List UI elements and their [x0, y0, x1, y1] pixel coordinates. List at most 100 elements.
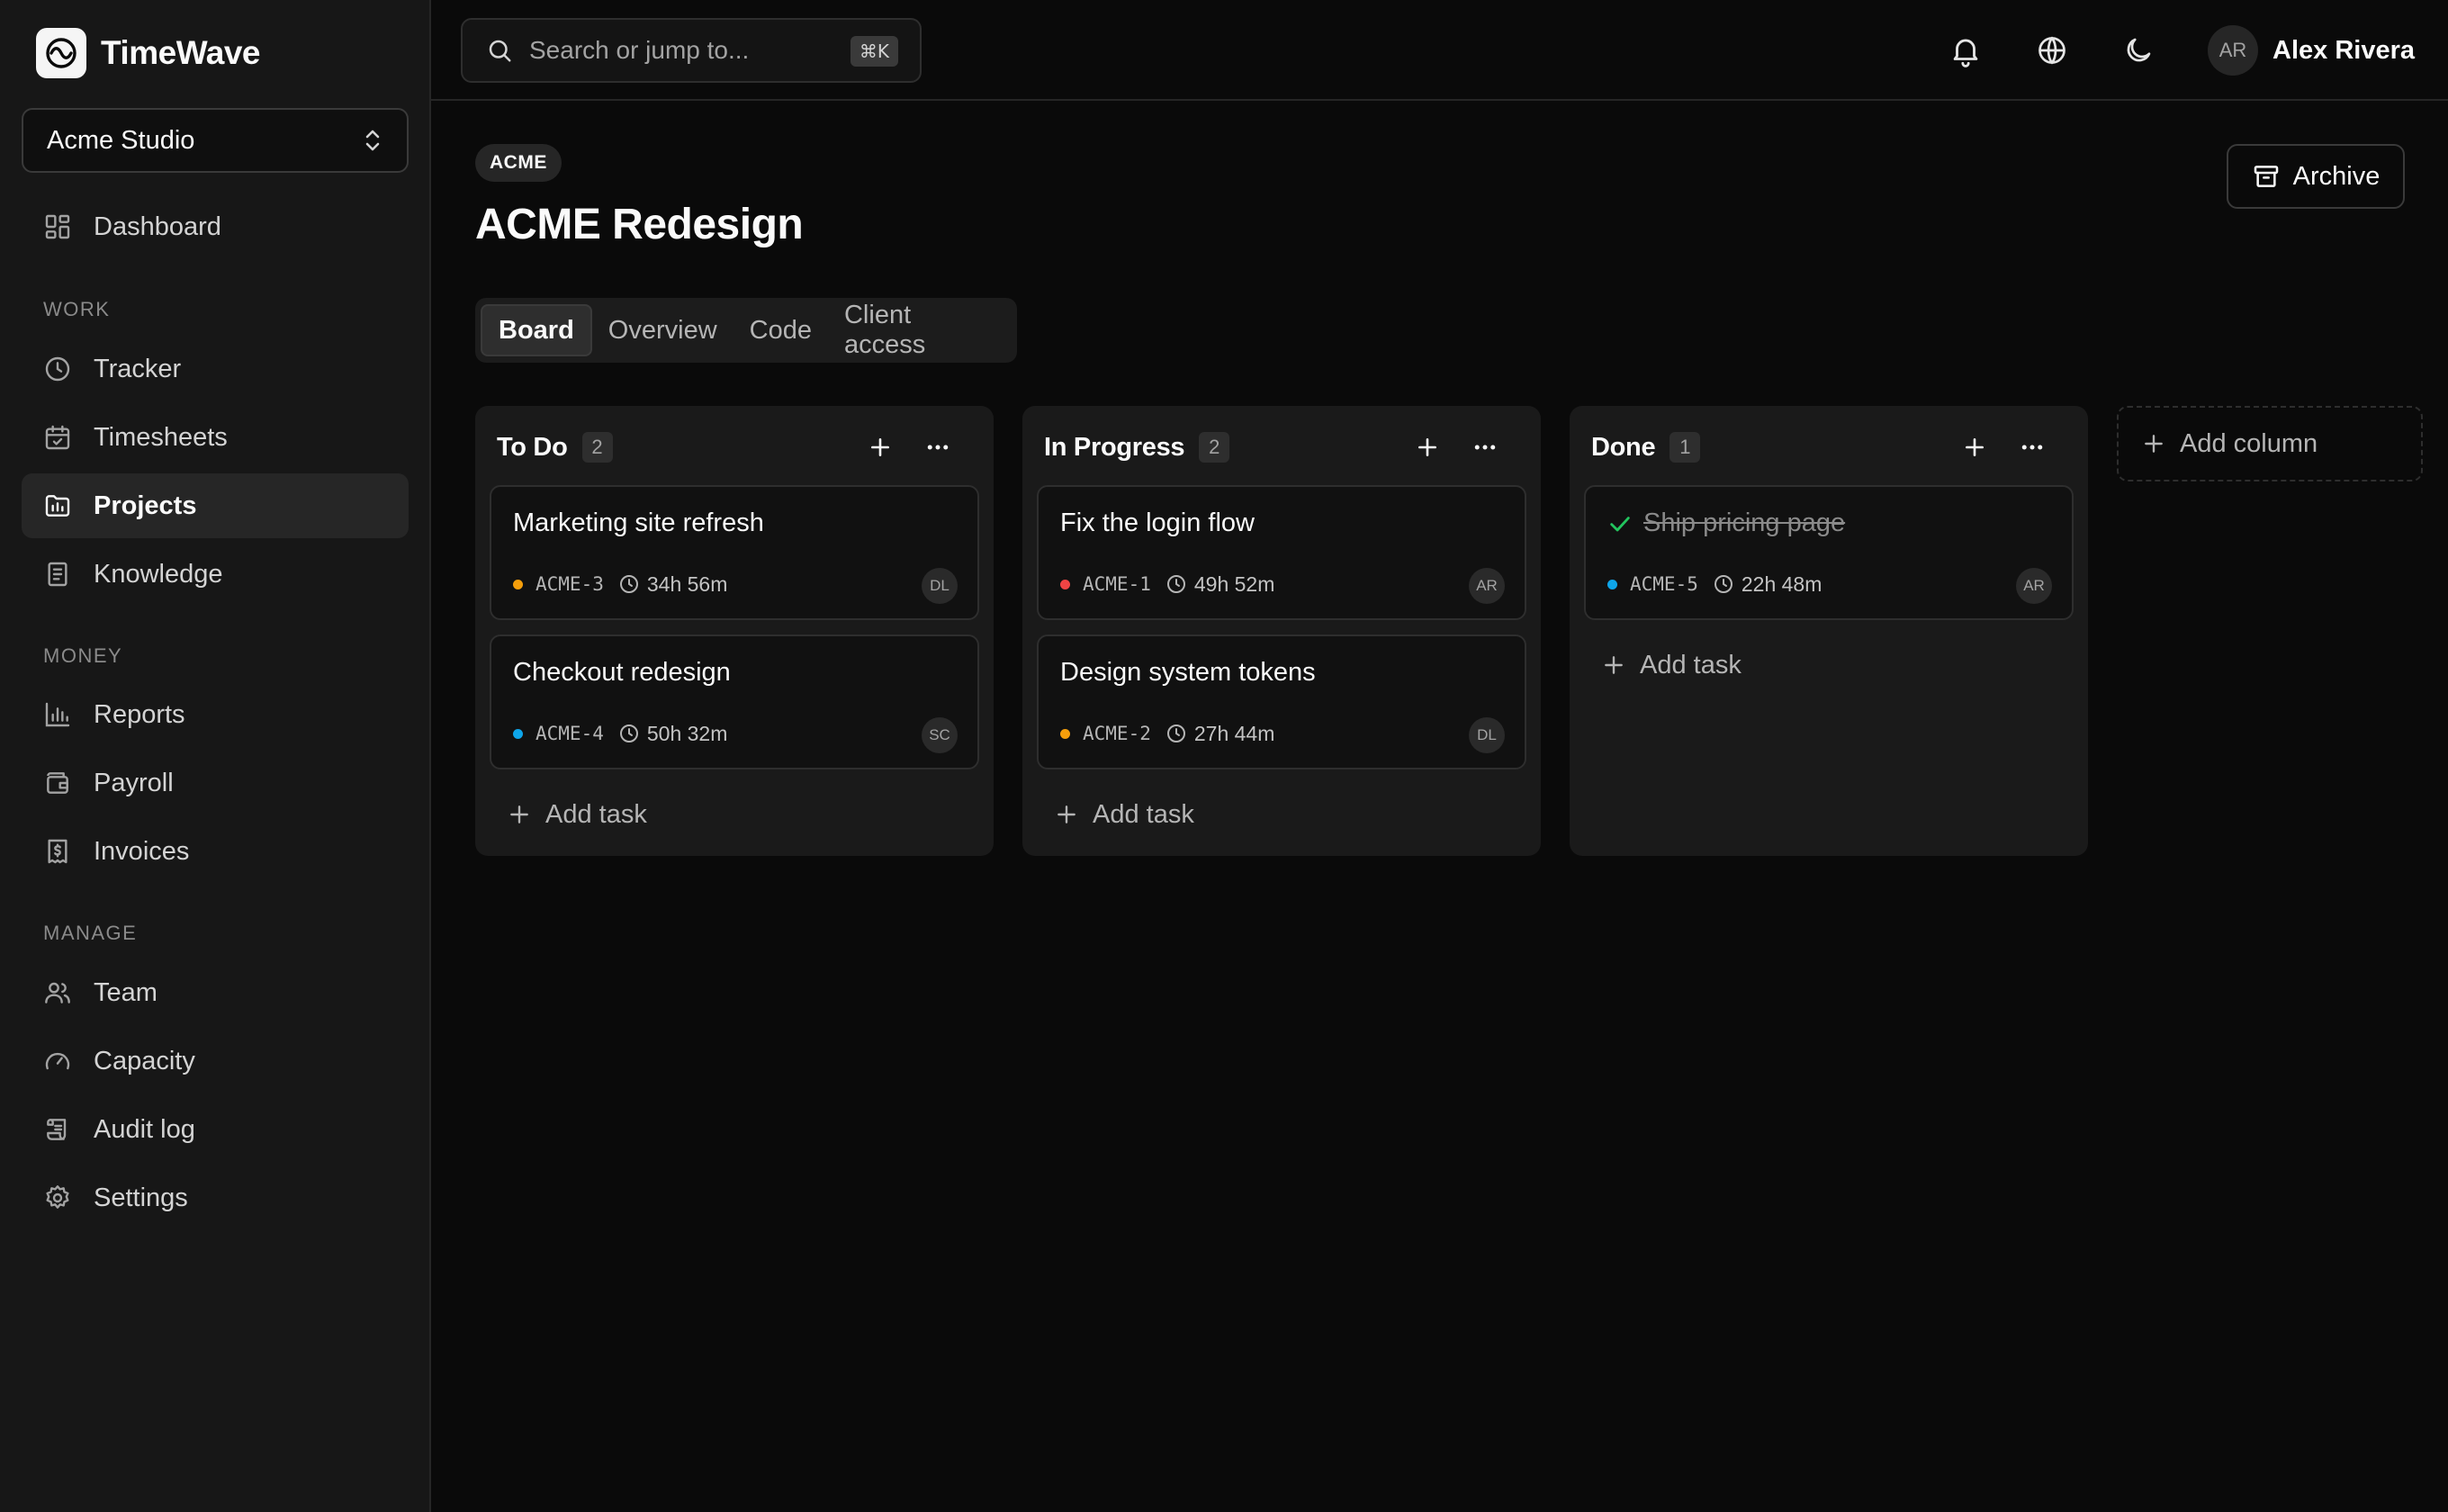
- sidebar-item-audit-log[interactable]: Audit log: [22, 1097, 409, 1162]
- sidebar-item-capacity[interactable]: Capacity: [22, 1029, 409, 1094]
- sidebar-item-dashboard[interactable]: Dashboard: [22, 194, 409, 259]
- column-header: To Do 2: [497, 426, 979, 469]
- sidebar-item-team[interactable]: Team: [22, 960, 409, 1025]
- tab-overview[interactable]: Overview: [592, 304, 734, 356]
- brand[interactable]: TimeWave: [36, 28, 260, 78]
- task-meta: ACME-1 49h 52m: [1060, 570, 1274, 598]
- sidebar-item-tracker[interactable]: Tracker: [22, 337, 409, 401]
- sidebar-item-label: Capacity: [94, 1046, 195, 1076]
- add-column-button[interactable]: Add column: [2117, 406, 2423, 482]
- moon-icon: [2127, 38, 2151, 62]
- check-icon: [1610, 516, 1630, 531]
- org-name: Acme Studio: [47, 125, 195, 155]
- user-name: Alex Rivera: [2272, 35, 2415, 65]
- tab-client-access[interactable]: Client access: [828, 301, 1012, 359]
- column-menu-button[interactable]: [922, 431, 954, 464]
- task-card[interactable]: Design system tokens ACME-2 27h 44m DL: [1037, 634, 1526, 770]
- task-key: ACME-3: [536, 573, 604, 595]
- gauge-icon: [45, 1052, 70, 1070]
- add-task-label: Add task: [1640, 650, 1742, 680]
- task-title: Fix the login flow: [1060, 508, 1255, 537]
- task-card[interactable]: Marketing site refresh ACME-3 34h 56m DL: [490, 485, 979, 620]
- bar-chart-icon: [45, 702, 70, 727]
- priority-dot: [513, 579, 523, 590]
- sidebar-item-label: Knowledge: [94, 559, 223, 589]
- search-input[interactable]: Search or jump to... ⌘K: [461, 18, 922, 83]
- sidebar-item-label: Projects: [94, 490, 197, 520]
- plus-icon: [1418, 438, 1436, 456]
- more-horizontal-icon: [927, 445, 949, 450]
- column-menu-button[interactable]: [1469, 431, 1501, 464]
- sidebar-item-label: Payroll: [94, 768, 174, 797]
- add-card-button[interactable]: [864, 431, 896, 464]
- task-time: 49h 52m: [1193, 572, 1275, 596]
- sidebar: TimeWave Acme Studio Dashboard Work Trac…: [0, 0, 431, 1512]
- plus-icon: [510, 806, 528, 824]
- task-key: ACME-4: [536, 723, 604, 744]
- column-title: Done: [1591, 432, 1656, 462]
- add-task-button[interactable]: Add task: [1602, 645, 1742, 685]
- column-title: In Progress: [1044, 432, 1185, 462]
- app-name: TimeWave: [101, 34, 260, 71]
- chevrons-up-down-icon: [365, 130, 380, 151]
- task-key: ACME-1: [1083, 573, 1151, 595]
- assignee-avatar: AR: [2016, 568, 2052, 604]
- sidebar-item-payroll[interactable]: Payroll: [22, 751, 409, 815]
- task-meta: ACME-5 22h 48m: [1607, 570, 1822, 598]
- sidebar-item-label: Timesheets: [94, 422, 228, 452]
- add-card-button[interactable]: [1411, 431, 1444, 464]
- board-column-done: Done 1 Ship pricing page ACME-5 22h 48m …: [1570, 406, 2088, 856]
- gear-icon: [46, 1185, 69, 1209]
- plus-icon: [1966, 438, 1984, 456]
- sidebar-item-reports[interactable]: Reports: [22, 682, 409, 747]
- add-card-button[interactable]: [1958, 431, 1991, 464]
- assignee-avatar: DL: [1469, 717, 1505, 753]
- priority-dot: [1607, 579, 1617, 590]
- priority-dot: [513, 728, 523, 739]
- column-header: Done 1: [1591, 426, 2074, 469]
- notifications-button[interactable]: [1944, 29, 1987, 72]
- calendar-check-icon: [45, 425, 70, 450]
- task-card[interactable]: Ship pricing page ACME-5 22h 48m AR: [1584, 485, 2074, 620]
- plus-icon: [871, 438, 889, 456]
- sidebar-item-label: Tracker: [94, 354, 182, 383]
- task-key: ACME-5: [1630, 573, 1698, 595]
- language-button[interactable]: [2030, 29, 2074, 72]
- sidebar-item-label: Team: [94, 977, 158, 1007]
- sidebar-item-timesheets[interactable]: Timesheets: [22, 405, 409, 470]
- task-card[interactable]: Checkout redesign ACME-4 50h 32m SC: [490, 634, 979, 770]
- search-shortcut-badge: ⌘K: [850, 36, 898, 67]
- archive-button[interactable]: Archive: [2227, 144, 2405, 209]
- plus-icon: [2145, 435, 2163, 453]
- add-task-button[interactable]: Add task: [1055, 795, 1194, 834]
- archive-button-label: Archive: [2292, 161, 2380, 191]
- search-placeholder: Search or jump to...: [529, 36, 750, 64]
- add-task-button[interactable]: Add task: [508, 795, 647, 834]
- sidebar-item-settings[interactable]: Settings: [22, 1166, 409, 1230]
- clock-icon: [1714, 575, 1732, 593]
- add-task-label: Add task: [545, 799, 647, 829]
- globe-icon: [2038, 36, 2066, 65]
- task-title-row: Ship pricing page: [1607, 508, 1845, 538]
- section-label-money: Money: [43, 644, 123, 667]
- sidebar-item-knowledge[interactable]: Knowledge: [22, 542, 409, 607]
- column-menu-button[interactable]: [2016, 431, 2048, 464]
- tab-board[interactable]: Board: [481, 304, 592, 356]
- org-switcher[interactable]: Acme Studio: [22, 108, 409, 173]
- archive-icon: [2254, 166, 2278, 187]
- theme-toggle-button[interactable]: [2117, 29, 2160, 72]
- more-horizontal-icon: [2021, 445, 2043, 450]
- topbar: Search or jump to... ⌘K AR Alex Rivera: [431, 0, 2448, 101]
- sidebar-item-projects[interactable]: Projects: [22, 473, 409, 538]
- user-menu[interactable]: AR Alex Rivera: [2208, 25, 2415, 76]
- sidebar-item-invoices[interactable]: Invoices: [22, 819, 409, 884]
- assignee-avatar: AR: [1469, 568, 1505, 604]
- task-card[interactable]: Fix the login flow ACME-1 49h 52m AR: [1037, 485, 1526, 620]
- sidebar-item-label: Settings: [94, 1183, 188, 1212]
- tab-code[interactable]: Code: [734, 304, 828, 356]
- bell-icon: [1953, 39, 1978, 68]
- add-column-label: Add column: [2180, 428, 2318, 458]
- add-task-label: Add task: [1093, 799, 1194, 829]
- priority-dot: [1060, 728, 1070, 739]
- section-label-work: Work: [43, 298, 111, 320]
